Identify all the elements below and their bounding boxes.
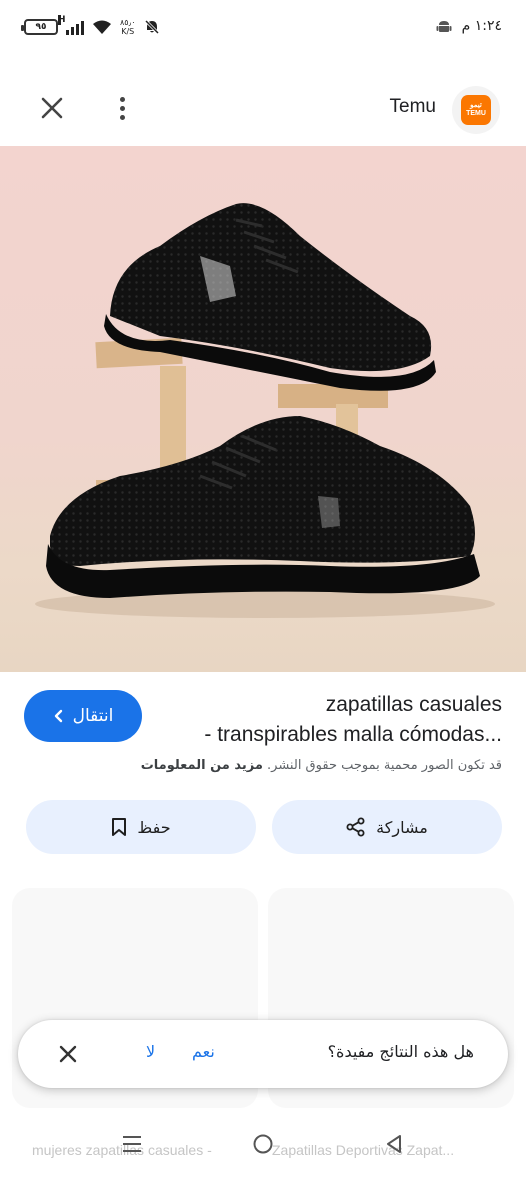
logo-text-ar: تيمو: [470, 102, 482, 109]
speed-value: ٨٥٫٠: [120, 18, 136, 27]
share-button[interactable]: مشاركة: [272, 800, 502, 854]
copyright-notice: قد تكون الصور محمية بموجب حقوق النشر. مز…: [22, 758, 502, 773]
visit-label: انتقال: [72, 706, 114, 726]
product-image[interactable]: [0, 146, 526, 672]
share-label: مشاركة: [376, 817, 428, 837]
home-circle-icon: [253, 1134, 273, 1154]
copyright-text: قد تكون الصور محمية بموجب حقوق النشر.: [267, 758, 502, 773]
home-button[interactable]: [247, 1128, 279, 1160]
battery-level: ٩٥: [35, 22, 47, 32]
feedback-question: هل هذه النتائج مفيدة؟: [327, 1042, 474, 1061]
logo-text-en: TEMU: [466, 110, 486, 117]
learn-more-link[interactable]: مزيد من المعلومات: [141, 758, 263, 773]
more-vert-icon: [119, 96, 125, 102]
site-logo[interactable]: تيمو TEMU: [452, 86, 500, 134]
save-label: حفظ: [137, 817, 171, 837]
status-right: ١:٢٤ م: [436, 18, 502, 34]
title-line-1: zapatillas casuales: [325, 693, 502, 716]
feedback-yes-button[interactable]: نعم: [192, 1042, 215, 1061]
menu-icon: [123, 1136, 141, 1138]
save-button[interactable]: حفظ: [26, 800, 256, 854]
network-speed: ٨٥٫٠ K/S: [120, 18, 136, 36]
system-nav-bar: [0, 1110, 526, 1178]
close-button[interactable]: [34, 90, 70, 126]
status-left: ٩٥ H ٨٥٫٠ K/S: [21, 15, 160, 36]
chevron-left-icon: [54, 709, 62, 723]
close-icon: [41, 97, 63, 119]
feedback-no-button[interactable]: لا: [146, 1042, 155, 1061]
more-options-button[interactable]: [106, 90, 138, 126]
clock: ١:٢٤ م: [461, 18, 502, 34]
signal-icon: H: [58, 15, 84, 35]
back-button[interactable]: [378, 1128, 410, 1160]
feedback-bar: لا نعم هل هذه النتائج مفيدة؟: [18, 1020, 508, 1088]
recent-apps-button[interactable]: [116, 1128, 148, 1160]
product-title[interactable]: zapatillas casuales - transpirables mall…: [162, 690, 502, 750]
shoes-photo: [35, 203, 495, 618]
title-line-2: - transpirables malla cómodas...: [204, 723, 502, 746]
bookmark-icon: [112, 818, 127, 836]
share-icon: [346, 817, 365, 837]
visit-button[interactable]: انتقال: [24, 690, 142, 742]
back-triangle-icon: [387, 1135, 401, 1153]
speed-unit: K/S: [121, 27, 135, 36]
site-name[interactable]: Temu: [390, 96, 436, 118]
temu-logo: تيمو TEMU: [461, 95, 491, 125]
network-type: H: [58, 15, 66, 25]
android-icon: [436, 21, 452, 32]
close-icon: [59, 1045, 77, 1063]
viewer-header: Temu تيمو TEMU: [0, 70, 526, 146]
mute-notifications-icon: [144, 19, 159, 35]
wifi-icon: [93, 20, 111, 34]
dismiss-feedback-button[interactable]: [54, 1040, 82, 1068]
battery-icon: ٩٥: [21, 19, 58, 35]
status-bar: ٩٥ H ٨٥٫٠ K/S ١:٢٤ م: [0, 0, 526, 60]
